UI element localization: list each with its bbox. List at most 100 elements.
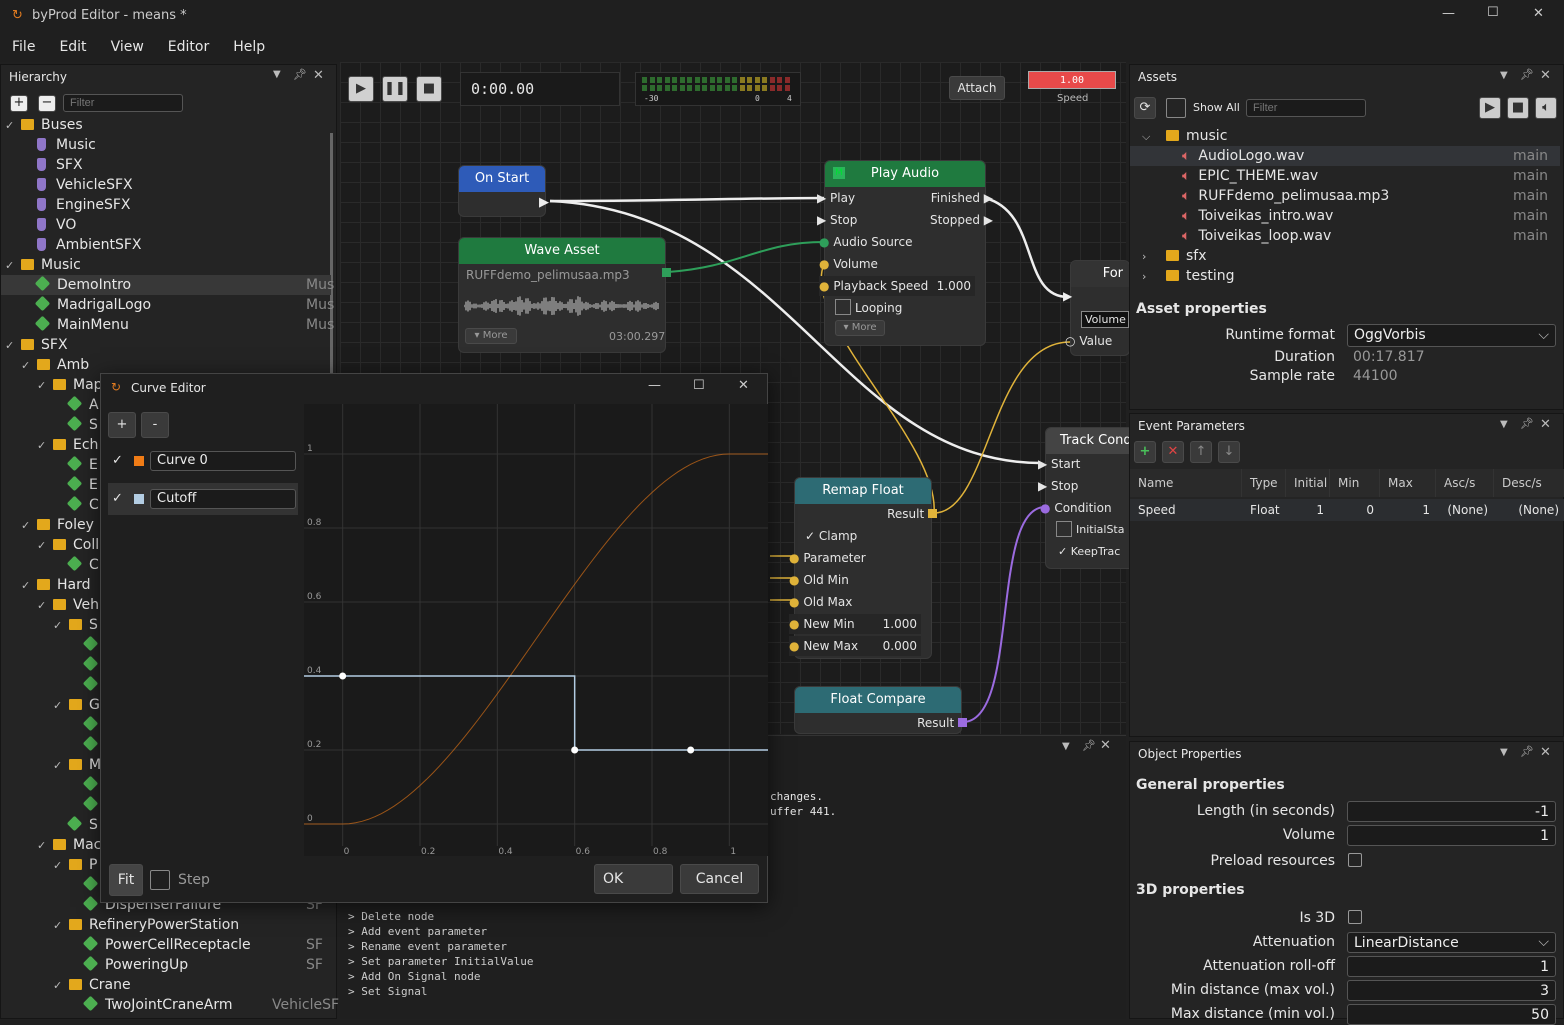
- expand-icon[interactable]: ✓: [5, 256, 21, 276]
- collapse-all-button[interactable]: −: [38, 95, 56, 112]
- asset-item[interactable]: › testing: [1130, 266, 1560, 286]
- expand-icon[interactable]: ✓: [37, 836, 53, 856]
- add-parameter-button[interactable]: +: [1134, 441, 1156, 463]
- hierarchy-item[interactable]: ✓ RefineryPowerStation: [1, 915, 331, 935]
- result-pin[interactable]: Result: [917, 713, 967, 733]
- add-curve-button[interactable]: +: [108, 412, 136, 438]
- expand-icon[interactable]: ⌵: [1142, 127, 1158, 147]
- old-max-pin[interactable]: ● Old Max: [789, 592, 852, 612]
- show-all-checkbox[interactable]: [1166, 98, 1186, 118]
- column-header[interactable]: Asc/s: [1436, 469, 1494, 497]
- hierarchy-item[interactable]: MainMenu Mus: [1, 315, 334, 335]
- table-cell[interactable]: (None): [1494, 499, 1564, 521]
- play-pin[interactable]: ▶ Play: [817, 188, 855, 208]
- hierarchy-item[interactable]: PowerCellReceptacle SF: [1, 935, 331, 955]
- move-down-button[interactable]: ↓: [1218, 441, 1240, 463]
- value-pin[interactable]: ○ Value: [1065, 331, 1112, 351]
- delete-parameter-button[interactable]: ✕: [1162, 441, 1184, 463]
- asset-item[interactable]: 🔈︎ RUFFdemo_pelimusaa.mp3 main: [1130, 186, 1560, 206]
- volume-field[interactable]: Volume: [1081, 311, 1129, 328]
- panel-menu-icon[interactable]: ▼: [1062, 741, 1070, 752]
- expand-icon[interactable]: ✓: [53, 756, 69, 776]
- maximize-button[interactable]: ☐: [1487, 5, 1499, 20]
- menu-view[interactable]: View: [99, 32, 156, 62]
- close-icon[interactable]: ✕: [313, 68, 324, 83]
- table-cell[interactable]: (None): [1436, 499, 1494, 521]
- menu-file[interactable]: File: [0, 32, 47, 62]
- max-distance-input[interactable]: 50: [1347, 1004, 1556, 1025]
- column-header[interactable]: Desc/s: [1494, 469, 1564, 497]
- pin-icon[interactable]: 📌︎: [1520, 745, 1534, 758]
- is-3d-checkbox[interactable]: [1348, 910, 1362, 924]
- pin-icon[interactable]: 📌︎: [293, 68, 307, 81]
- condition-pin[interactable]: ● Condition: [1040, 498, 1112, 518]
- stopped-pin[interactable]: Stopped ▶: [930, 210, 993, 230]
- expand-icon[interactable]: ✓: [53, 696, 69, 716]
- panel-menu-icon[interactable]: ▼: [273, 69, 281, 80]
- close-icon[interactable]: ✕: [1540, 417, 1551, 432]
- column-header[interactable]: Max: [1380, 469, 1436, 497]
- result-pin[interactable]: Result: [887, 504, 937, 524]
- hierarchy-item[interactable]: VO: [1, 215, 331, 235]
- column-header[interactable]: Min: [1330, 469, 1380, 497]
- close-icon[interactable]: ✕: [1540, 745, 1551, 760]
- exec-out-pin[interactable]: ▶: [539, 195, 549, 210]
- fit-button[interactable]: Fit: [109, 864, 143, 896]
- hierarchy-item[interactable]: ✓ Amb: [1, 355, 331, 375]
- attenuation-select[interactable]: LinearDistance ⌵: [1347, 932, 1556, 953]
- close-icon[interactable]: ✕: [1100, 738, 1111, 753]
- hierarchy-item[interactable]: MadrigalLogo Mus: [1, 295, 334, 315]
- maximize-button[interactable]: ☐: [693, 378, 705, 393]
- move-up-button[interactable]: ↑: [1190, 441, 1212, 463]
- table-cell[interactable]: 0: [1330, 499, 1380, 521]
- more-button[interactable]: ▾ More: [465, 328, 517, 344]
- close-button[interactable]: ✕: [738, 378, 749, 393]
- keep-track-checkbox[interactable]: ✓ KeepTrac: [1058, 542, 1120, 562]
- table-cell[interactable]: 1: [1380, 499, 1436, 521]
- new-min-pin[interactable]: ● New Min 1.000: [789, 614, 921, 634]
- menu-edit[interactable]: Edit: [47, 32, 98, 62]
- panel-menu-icon[interactable]: ▼: [1500, 747, 1508, 758]
- preload-checkbox[interactable]: [1348, 853, 1362, 867]
- remap-float-node[interactable]: Remap Float Result ✓ Clamp ● Parameter ●…: [789, 477, 937, 659]
- expand-icon[interactable]: ✓: [37, 596, 53, 616]
- column-header[interactable]: Initial: [1286, 469, 1330, 497]
- pin-icon[interactable]: 📌︎: [1520, 68, 1534, 81]
- close-button[interactable]: ✕: [1533, 6, 1544, 21]
- expand-icon[interactable]: ✓: [37, 436, 53, 456]
- hierarchy-item[interactable]: Music: [1, 135, 331, 155]
- hierarchy-item[interactable]: SFX: [1, 155, 331, 175]
- runtime-format-select[interactable]: OggVorbis ⌵: [1347, 324, 1556, 347]
- curve-color-swatch[interactable]: [134, 456, 144, 466]
- asset-item[interactable]: 🔈︎ EPIC_THEME.wav main: [1130, 166, 1560, 186]
- curve-chart[interactable]: 0 0.2 0.4 0.6 0.8 1 1 0.8 0.6 0.4 0.2 0: [304, 404, 768, 856]
- stop-pin[interactable]: ▶ Stop: [1038, 476, 1078, 496]
- rolloff-input[interactable]: 1: [1347, 956, 1556, 977]
- asset-item[interactable]: › sfx: [1130, 246, 1560, 266]
- float-compare-node[interactable]: Float Compare Result: [794, 686, 967, 734]
- exec-in-pin[interactable]: ▶: [1063, 289, 1072, 303]
- old-min-pin[interactable]: ● Old Min: [789, 570, 849, 590]
- expand-icon[interactable]: ✓: [37, 536, 53, 556]
- expand-icon[interactable]: ✓: [53, 916, 69, 936]
- hierarchy-item[interactable]: ✓ SFX: [1, 335, 331, 355]
- clamp-checkbox[interactable]: ✓ Clamp: [805, 526, 857, 546]
- panel-menu-icon[interactable]: ▼: [1500, 419, 1508, 430]
- curve-row[interactable]: ✓ Curve 0: [108, 447, 298, 475]
- hierarchy-item[interactable]: AmbientSFX: [1, 235, 331, 255]
- for-node[interactable]: For ▶ Volume ○ Value: [1063, 260, 1130, 356]
- looping-checkbox[interactable]: Looping: [835, 298, 902, 318]
- minimize-button[interactable]: —: [1442, 6, 1455, 21]
- wave-asset-node[interactable]: Wave Asset RUFFdemo_pelimusaa.mp3 ▾ More…: [458, 237, 671, 353]
- more-button[interactable]: ▾ More: [835, 320, 885, 336]
- asset-item[interactable]: ⌵ music: [1130, 126, 1560, 146]
- hierarchy-item[interactable]: PoweringUp SF: [1, 955, 331, 975]
- length-input[interactable]: -1: [1347, 801, 1556, 822]
- preview-volume-button[interactable]: 🔈︎: [1535, 97, 1557, 119]
- track-condition-node[interactable]: Track Cond ▶ Start ▶ Stop ● Condition In…: [1038, 427, 1135, 569]
- curve-name-input[interactable]: Cutoff: [150, 489, 296, 509]
- assets-filter-input[interactable]: [1246, 99, 1366, 117]
- preview-play-button[interactable]: ▶: [1479, 97, 1501, 119]
- table-cell[interactable]: 1: [1286, 499, 1330, 521]
- pin-icon[interactable]: 📌︎: [1520, 417, 1534, 430]
